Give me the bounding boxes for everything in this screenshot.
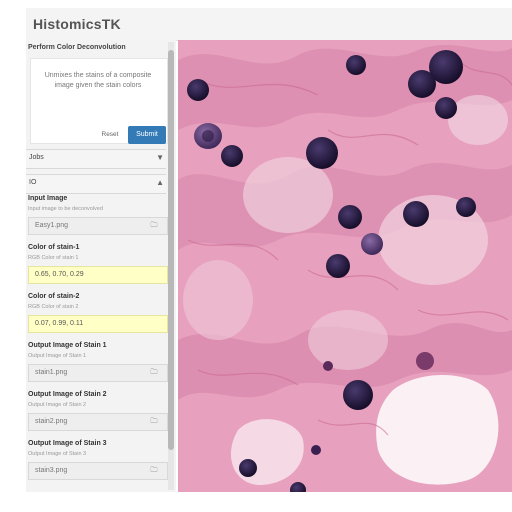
io-label: IO [29,179,37,186]
output-stain-2-help: Output Image of Stain 2 [28,402,87,408]
panel-title: Perform Color Deconvolution [28,44,126,51]
output-stain-3-label: Output Image of Stain 3 [28,440,107,447]
scrollbar-thumb[interactable] [168,50,174,450]
stain-2-color-input[interactable]: 0.07, 0.99, 0.11 [28,315,168,333]
jobs-dropdown[interactable]: Jobs ▼ [26,149,166,169]
folder-icon[interactable]: 🗀 [142,364,166,382]
tissue-image [178,40,512,492]
app-title: HistomicsTK [33,16,121,32]
sidebar-scrollbar[interactable] [168,42,174,490]
folder-icon[interactable]: 🗀 [142,217,166,235]
chevron-down-icon: ▼ [156,153,164,162]
stain-1-color-input[interactable]: 0.65, 0.70, 0.29 [28,266,168,284]
input-image-help: Input image to be deconvolved [28,206,103,212]
output-stain-3-help: Output Image of Stain 3 [28,451,87,457]
app-header: HistomicsTK [26,8,512,41]
output-stain-1-label: Output Image of Stain 1 [28,342,107,349]
input-image-label: Input Image [28,195,68,202]
folder-icon[interactable]: 🗀 [142,413,166,431]
stain-2-color-help: RGB Color of stain 2 [28,304,79,310]
reset-button[interactable]: Reset [93,128,127,142]
stain-1-color-label: Color of stain-1 [28,244,80,251]
output-stain-1-help: Output Image of Stain 1 [28,353,87,359]
stain-2-color-label: Color of stain-2 [28,293,80,300]
image-viewer[interactable] [178,40,512,492]
io-section-header[interactable]: IO ▲ [26,174,166,194]
panel-description: Unmixes the stains of a composite image … [44,72,152,89]
output-stain-2-label: Output Image of Stain 2 [28,391,107,398]
folder-icon[interactable]: 🗀 [142,462,166,480]
stain-1-color-help: RGB Color of stain 1 [28,255,79,261]
chevron-up-icon: ▲ [156,178,164,187]
submit-button[interactable]: Submit [128,126,166,144]
jobs-label: Jobs [29,154,44,161]
